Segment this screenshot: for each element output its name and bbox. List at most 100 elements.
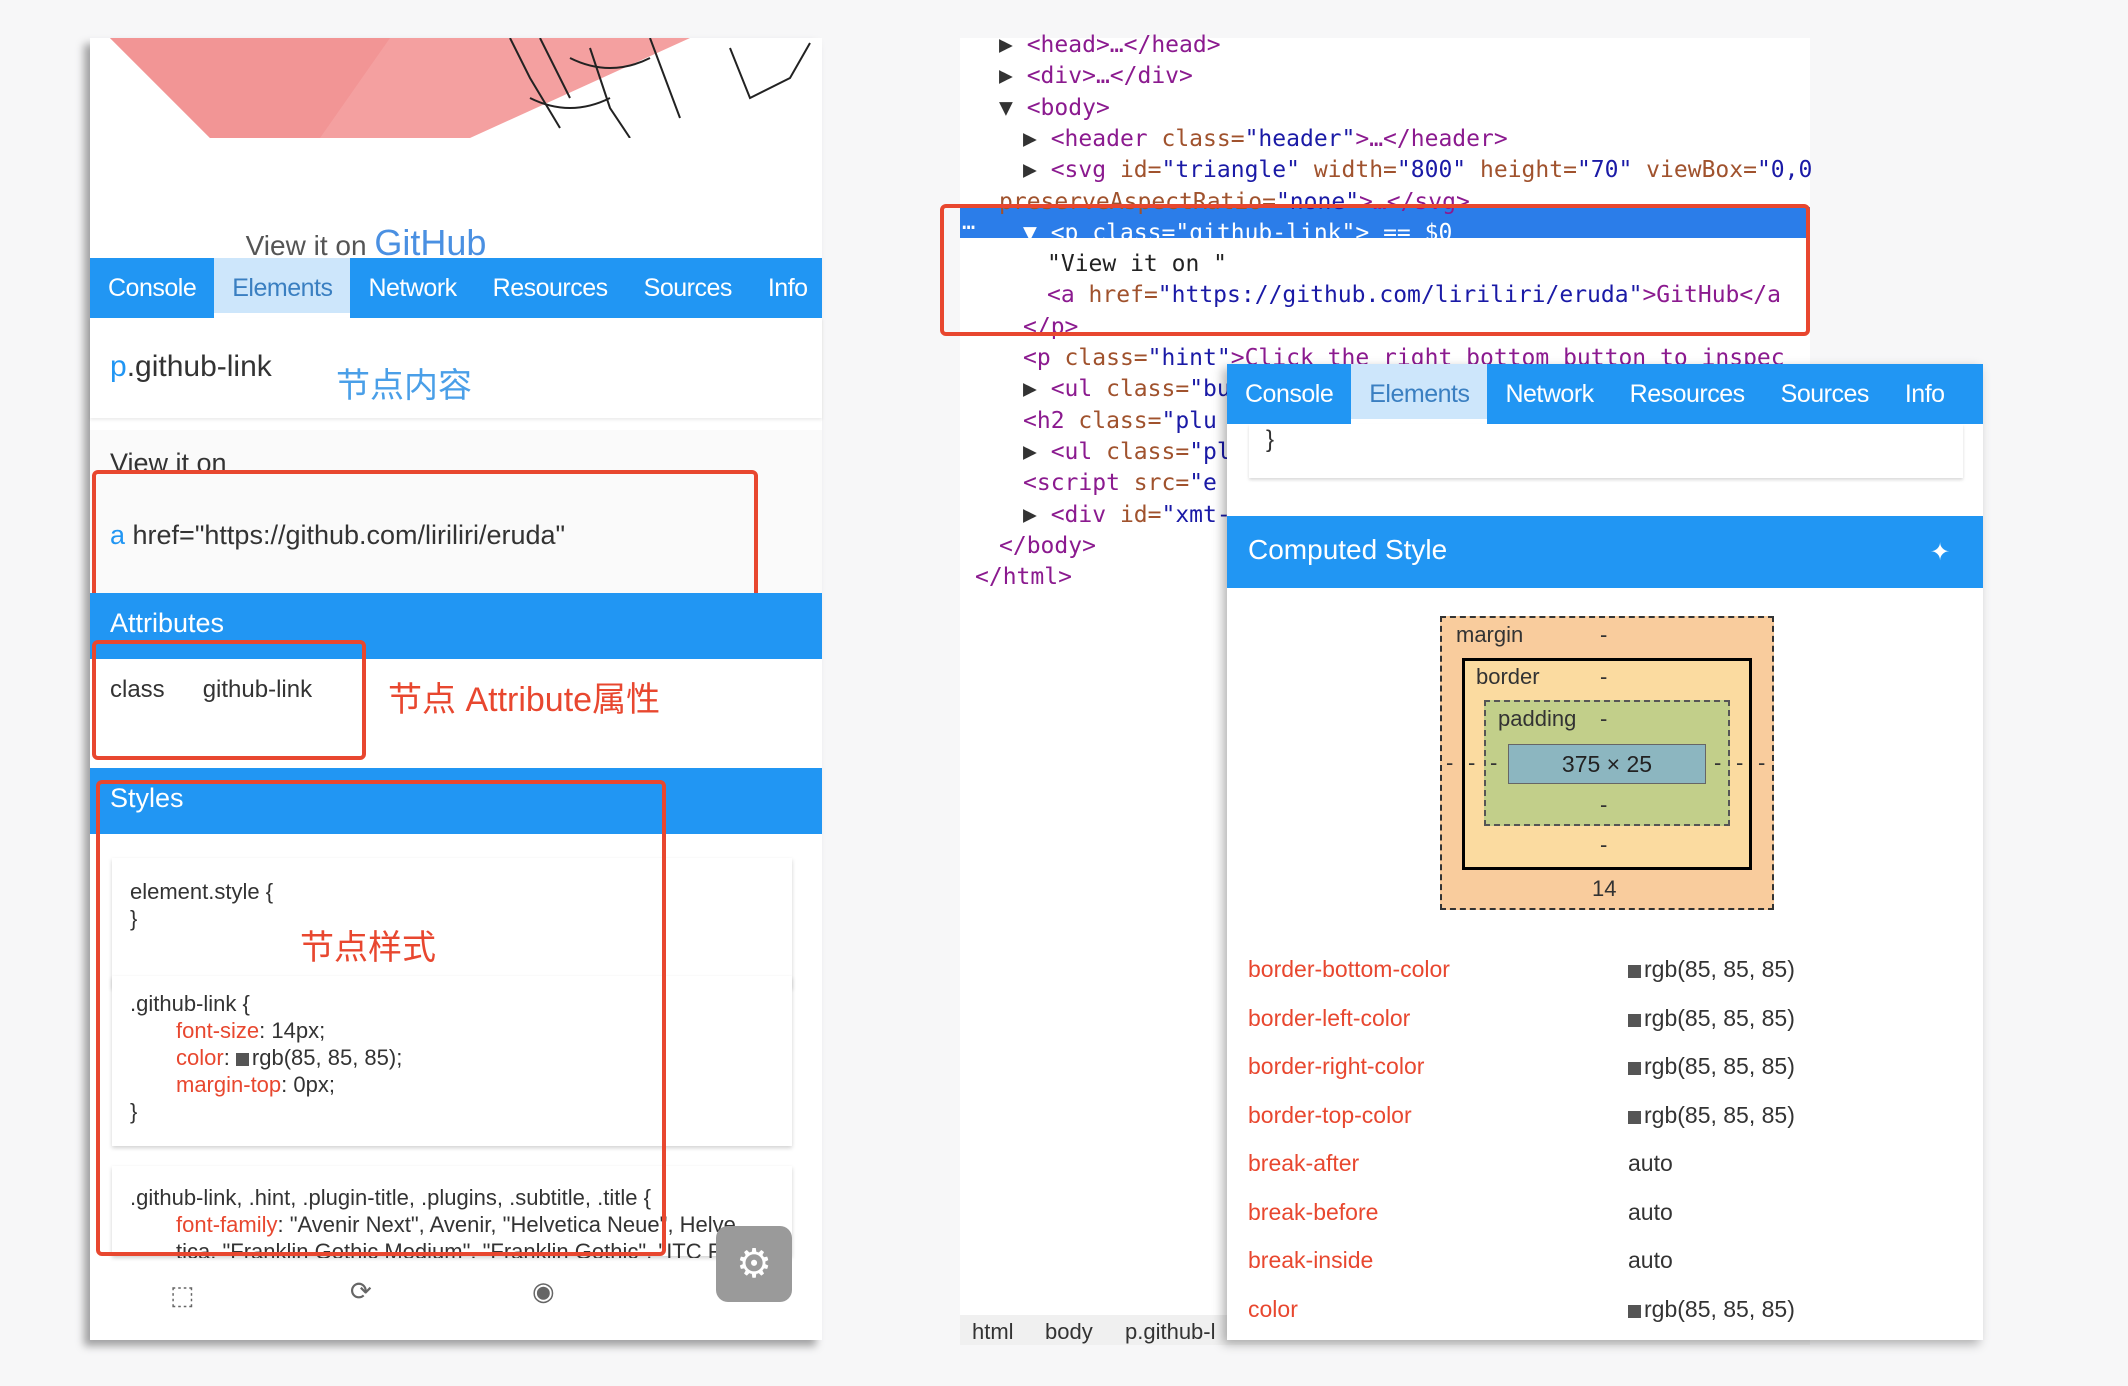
tree-attr-name: id=: [1106, 157, 1161, 183]
tree-toggle-icon: ▶: [999, 63, 1027, 89]
tree-attr-name: width=: [1300, 157, 1397, 183]
computed-prop-name: break-after: [1248, 1150, 1359, 1177]
tree-tag-open: <header: [1051, 126, 1148, 152]
tab-console[interactable]: Console: [1227, 364, 1351, 424]
tree-tag-open: <script: [1023, 470, 1120, 496]
dom-node-row[interactable]: <script src="e: [1023, 468, 1217, 499]
tree-tag-open: <p: [1023, 345, 1051, 371]
tree-tag-open: <ul: [1051, 439, 1093, 465]
pin-icon[interactable]: ✦: [1930, 538, 1950, 567]
node-tag: p: [110, 350, 127, 383]
dom-node-row[interactable]: ▼ <body>: [999, 93, 1110, 124]
dom-node-row[interactable]: ▶ <ul class="plu: [1023, 437, 1245, 468]
highlight-styles: [96, 780, 666, 1256]
tree-toggle-icon: ▶: [1023, 126, 1051, 152]
margin-left-value: -: [1446, 750, 1453, 776]
dom-node-row[interactable]: </body>: [999, 531, 1096, 562]
tab-network[interactable]: Network: [1487, 364, 1611, 424]
highlight-selected-node: [940, 204, 1810, 336]
dom-node-row[interactable]: ▶ <header class="header">…</header>: [1023, 124, 1508, 155]
color-swatch: [1628, 1062, 1641, 1075]
tab-network[interactable]: Network: [350, 258, 474, 318]
dom-node-row[interactable]: </html>: [975, 562, 1072, 593]
refresh-icon[interactable]: ⟳: [350, 1276, 372, 1307]
tree-tag: <div>…</div>: [1027, 63, 1193, 89]
padding-right-value: -: [1714, 750, 1721, 776]
border-right-value: -: [1736, 750, 1743, 776]
node-name: p.github-link: [110, 350, 272, 384]
color-swatch: [1628, 1111, 1641, 1124]
computed-prop-name: break-inside: [1248, 1247, 1373, 1274]
margin-label: margin: [1456, 622, 1523, 648]
tree-toggle-icon: ▼: [999, 95, 1027, 121]
tree-attr-value: "0,0: [1757, 157, 1812, 183]
select-icon[interactable]: ⬚: [170, 1280, 195, 1311]
tree-attr-name: src=: [1120, 470, 1189, 496]
tree-tag-open: <div: [1051, 502, 1106, 528]
annotation-node-content: 节点内容: [336, 358, 472, 407]
node-class: .github-link: [127, 350, 272, 383]
tree-attr-value: "plu: [1161, 408, 1216, 434]
color-swatch: [1628, 1305, 1641, 1318]
crumb-html[interactable]: html: [972, 1319, 1014, 1345]
margin-top-value: -: [1600, 622, 1607, 648]
tree-attr-name: viewBox=: [1632, 157, 1757, 183]
tree-tag: <head>…</head>: [1027, 32, 1221, 58]
tab-info[interactable]: Info: [750, 258, 826, 318]
tree-tag-open: <ul: [1051, 376, 1093, 402]
overlay-tab-bar: Console Elements Network Resources Sourc…: [1227, 364, 1983, 424]
computed-prop-value: auto: [1628, 1150, 1673, 1177]
tree-tag-close: >…</header>: [1355, 126, 1507, 152]
tree-attr-value: "e: [1189, 470, 1217, 496]
view-text: View it on: [246, 230, 375, 261]
computed-prop-value: rgb(85, 85, 85): [1628, 1053, 1795, 1080]
attributes-title: Attributes: [110, 608, 224, 639]
computed-prop-name: break-before: [1248, 1199, 1378, 1226]
tree-attr-value: "header": [1245, 126, 1356, 152]
tree-tag-open: <h2: [1023, 408, 1065, 434]
dom-node-row[interactable]: ▶ <ul class="but: [1023, 374, 1245, 405]
computed-prop-name: border-bottom-color: [1248, 956, 1450, 983]
crumb-body[interactable]: body: [1045, 1319, 1093, 1345]
computed-prop-value: rgb(85, 85, 85): [1628, 1005, 1795, 1032]
tab-sources[interactable]: Sources: [626, 258, 750, 318]
dom-node-row[interactable]: ▶ <div>…</div>: [999, 61, 1193, 92]
tab-resources[interactable]: Resources: [1612, 364, 1763, 424]
tree-attr-name: height=: [1466, 157, 1577, 183]
color-swatch: [1628, 1014, 1641, 1027]
computed-prop-value: rgb(85, 85, 85): [1628, 1296, 1795, 1323]
dom-node-row[interactable]: ▶ <svg id="triangle" width="800" height=…: [1023, 155, 1812, 186]
tab-elements[interactable]: Elements: [1351, 364, 1487, 424]
highlight-attributes: [92, 640, 366, 760]
dom-node-row[interactable]: ▶ <head>…</head>: [999, 30, 1221, 61]
left-bottom-toolbar: ⬚ ⟳ ◉ ↺: [90, 1262, 822, 1328]
tree-attr-name: id=: [1106, 502, 1161, 528]
tree-toggle-icon: ▶: [999, 32, 1027, 58]
computed-prop-name: border-top-color: [1248, 1102, 1412, 1129]
tab-resources[interactable]: Resources: [475, 258, 626, 318]
tree-attr-name: class=: [1051, 345, 1148, 371]
tree-toggle-icon: ▶: [1023, 502, 1051, 528]
tree-tag-open: </body>: [999, 533, 1096, 559]
tree-attr-value: "70": [1577, 157, 1632, 183]
tree-toggle-icon: ▶: [1023, 439, 1051, 465]
computed-prop-value: auto: [1628, 1199, 1673, 1226]
tab-console[interactable]: Console: [90, 258, 214, 318]
computed-prop-name: color: [1248, 1296, 1298, 1323]
tree-attr-name: class=: [1092, 376, 1189, 402]
computed-prop-name: border-left-color: [1248, 1005, 1410, 1032]
box-model-content: 375 × 25: [1508, 744, 1706, 784]
eye-icon[interactable]: ◉: [532, 1276, 555, 1307]
dom-node-row[interactable]: <h2 class="plu: [1023, 406, 1217, 437]
dom-node-row[interactable]: ▶ <div id="xmt-c: [1023, 500, 1245, 531]
computed-prop-value: rgb(85, 85, 85): [1628, 956, 1795, 983]
gear-icon[interactable]: ⚙: [716, 1226, 792, 1302]
padding-label: padding: [1498, 706, 1576, 732]
tab-info[interactable]: Info: [1887, 364, 1963, 424]
tab-sources[interactable]: Sources: [1763, 364, 1887, 424]
left-tab-bar: Console Elements Network Resources Sourc…: [90, 258, 822, 318]
github-link[interactable]: GitHub: [374, 222, 486, 263]
tab-elements[interactable]: Elements: [214, 258, 350, 318]
tree-tag-open: </html>: [975, 564, 1072, 590]
crumb-p[interactable]: p.github-l: [1125, 1319, 1216, 1345]
